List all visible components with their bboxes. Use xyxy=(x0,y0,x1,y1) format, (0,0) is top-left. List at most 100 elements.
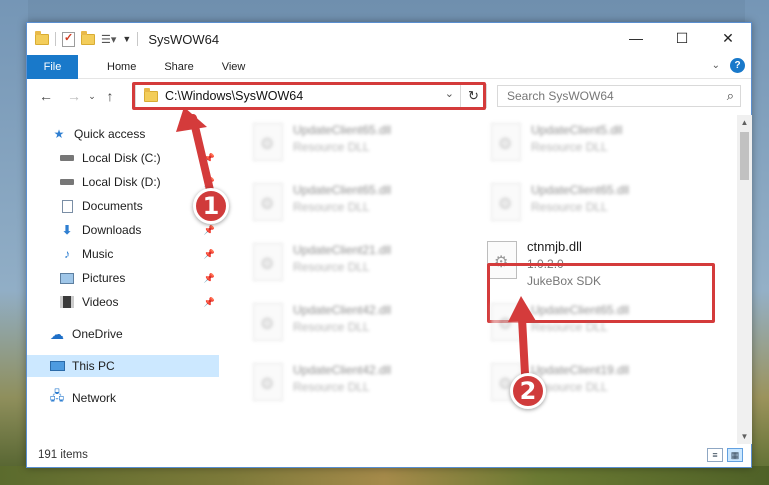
file-name: UpdateClient5.dll xyxy=(531,123,623,137)
tab-view[interactable]: View xyxy=(208,61,260,73)
file-name: UpdateClient65.dll xyxy=(293,123,392,137)
sidebar-item-this-pc[interactable]: This PC xyxy=(27,355,219,377)
scroll-down-icon[interactable]: ▼ xyxy=(737,429,752,444)
sidebar-item-label: This PC xyxy=(72,359,115,373)
view-toggle: ≡ ▦ xyxy=(707,448,743,462)
step-2-callout: 2 xyxy=(510,373,546,409)
dll-file-icon xyxy=(491,183,521,221)
tiles-view-icon[interactable]: ▦ xyxy=(727,448,743,462)
tab-share[interactable]: Share xyxy=(150,61,207,73)
pin-icon[interactable]: 📌 xyxy=(204,177,215,188)
cloud-icon: ☁ xyxy=(50,325,64,342)
toolbar-separator xyxy=(137,32,139,46)
sidebar-item-label: Quick access xyxy=(74,127,146,141)
file-name: UpdateClient21.dll xyxy=(293,243,392,257)
sidebar-item-videos[interactable]: Videos 📌 xyxy=(27,291,219,313)
file-item[interactable]: UpdateClient42.dll Resource DLL xyxy=(223,299,453,349)
search-placeholder: Search SysWOW64 xyxy=(507,89,614,103)
quick-access-toolbar: ☰▾ ▼ xyxy=(27,30,139,47)
properties-icon[interactable] xyxy=(62,31,75,47)
sidebar-item-downloads[interactable]: ⬇ Downloads 📌 xyxy=(27,219,219,241)
navigation-bar: ← → ⌄ ↑ C:\Windows\SysWOW64 ⌄ ↻ Search S… xyxy=(27,80,751,112)
tab-home[interactable]: Home xyxy=(93,61,150,73)
pin-icon[interactable]: 📌 xyxy=(204,153,215,164)
file-item[interactable]: UpdateClient65.dll Resource DLL xyxy=(223,119,453,169)
tab-file[interactable]: File xyxy=(27,54,78,79)
search-icon[interactable]: ⌕ xyxy=(727,88,734,104)
file-description: Resource DLL xyxy=(293,260,370,274)
file-item[interactable]: UpdateClient65.dll Resource DLL xyxy=(461,299,691,349)
step-1-callout: 1 xyxy=(193,188,229,224)
drive-icon xyxy=(59,151,75,165)
scroll-up-icon[interactable]: ▲ xyxy=(737,115,752,130)
close-button[interactable]: ✕ xyxy=(705,23,751,53)
sidebar-item-network[interactable]: 🖧 Network xyxy=(27,387,219,409)
desktop-background-bottom xyxy=(0,466,769,485)
file-description: Resource DLL xyxy=(293,380,370,394)
sidebar-item-label: Network xyxy=(72,391,117,405)
search-input[interactable]: Search SysWOW64 ⌕ xyxy=(497,85,741,107)
folder-icon[interactable] xyxy=(35,30,49,45)
title-bar: ☰▾ ▼ SysWOW64 — ☐ ✕ xyxy=(27,23,751,55)
file-description: Resource DLL xyxy=(293,320,370,334)
toolbar-dropdown-icon[interactable]: ▼ xyxy=(122,34,131,44)
window-controls: — ☐ ✕ xyxy=(613,23,751,53)
sidebar-item-local-disk-d[interactable]: Local Disk (D:) 📌 xyxy=(27,171,219,193)
maximize-button[interactable]: ☐ xyxy=(659,23,705,53)
dll-file-icon xyxy=(253,303,283,341)
file-name: UpdateClient65.dll xyxy=(293,183,392,197)
computer-icon xyxy=(49,359,65,373)
pin-icon[interactable]: 📌 xyxy=(204,225,215,236)
dll-file-icon xyxy=(491,123,521,161)
sidebar-item-label: Local Disk (C:) xyxy=(82,151,161,165)
chevron-down-icon[interactable]: ⌄ xyxy=(712,60,720,71)
sidebar-item-label: Videos xyxy=(82,295,119,309)
file-description: Resource DLL xyxy=(531,140,608,154)
up-arrow-icon[interactable]: ↑ xyxy=(99,88,121,104)
ribbon-right-controls: ⌄ ? xyxy=(712,58,745,73)
drive-icon xyxy=(59,175,75,189)
network-icon: 🖧 xyxy=(49,388,65,403)
sidebar-item-local-disk-c[interactable]: Local Disk (C:) 📌 xyxy=(27,147,219,169)
file-name: UpdateClient42.dll xyxy=(293,363,392,377)
back-arrow-icon[interactable]: ← xyxy=(35,88,57,104)
help-icon[interactable]: ? xyxy=(730,58,745,73)
file-item[interactable]: UpdateClient65.dll Resource DLL xyxy=(223,179,453,229)
dll-file-icon xyxy=(253,363,283,401)
music-icon: ♪ xyxy=(64,247,70,261)
file-item[interactable]: UpdateClient21.dll Resource DLL xyxy=(223,239,453,289)
details-view-icon[interactable]: ≡ xyxy=(707,448,723,462)
desktop-background-left xyxy=(0,0,28,485)
scrollbar-thumb[interactable] xyxy=(740,132,749,180)
customize-toolbar-icon[interactable]: ☰▾ xyxy=(101,33,116,46)
sidebar-item-label: Music xyxy=(82,247,114,261)
file-item[interactable]: UpdateClient65.dll Resource DLL xyxy=(461,179,691,229)
ribbon-tabs: File Home Share View ⌄ ? xyxy=(27,54,751,79)
file-description: Resource DLL xyxy=(531,320,608,334)
forward-arrow-icon[interactable]: → xyxy=(63,88,85,104)
minimize-button[interactable]: — xyxy=(613,23,659,53)
address-bar-highlight xyxy=(132,82,486,110)
sidebar-item-documents[interactable]: Documents 📌 xyxy=(27,195,219,217)
status-bar: 191 items ≡ ▦ xyxy=(27,443,751,467)
downloads-icon: ⬇ xyxy=(61,223,73,237)
pin-icon[interactable]: 📌 xyxy=(204,249,215,260)
file-item[interactable]: UpdateClient5.dll Resource DLL xyxy=(461,119,691,169)
sidebar-item-pictures[interactable]: Pictures 📌 xyxy=(27,267,219,289)
new-folder-icon[interactable] xyxy=(81,30,95,45)
pin-icon[interactable]: 📌 xyxy=(204,273,215,284)
file-item[interactable]: UpdateClient42.dll Resource DLL xyxy=(223,359,453,409)
recent-locations-icon[interactable]: ⌄ xyxy=(85,91,99,102)
sidebar-item-music[interactable]: ♪ Music 📌 xyxy=(27,243,219,265)
sidebar-item-label: Downloads xyxy=(82,223,142,237)
sidebar-item-label: Pictures xyxy=(82,271,126,285)
sidebar-item-quick-access[interactable]: ★ Quick access xyxy=(27,123,219,145)
pin-icon[interactable]: 📌 xyxy=(204,297,215,308)
dll-file-icon xyxy=(491,303,521,341)
star-icon: ★ xyxy=(53,127,65,141)
vertical-scrollbar[interactable]: ▲ ▼ xyxy=(737,115,752,444)
dll-file-icon xyxy=(253,243,283,281)
file-item[interactable]: UpdateClient19.dll Resource DLL xyxy=(461,359,691,409)
explorer-window: ☰▾ ▼ SysWOW64 — ☐ ✕ File Home Share View… xyxy=(26,22,752,468)
sidebar-item-onedrive[interactable]: ☁ OneDrive xyxy=(27,323,219,345)
